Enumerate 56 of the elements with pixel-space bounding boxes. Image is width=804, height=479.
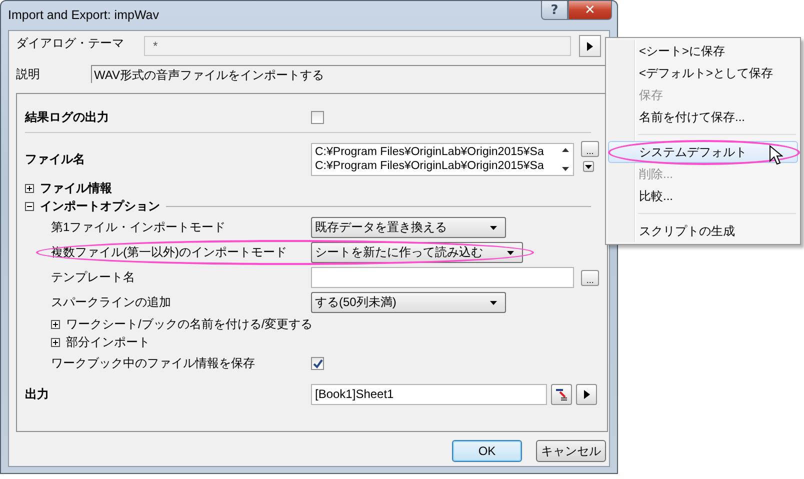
description-label: 説明 [16, 66, 41, 82]
option-label: 出力 [25, 386, 50, 402]
theme-field[interactable]: * [144, 36, 571, 56]
menu-item[interactable]: スクリプトの生成 [608, 220, 798, 242]
dropdown-button[interactable] [583, 161, 594, 172]
file-path: C:¥Program Files¥OriginLab¥Origin2015¥Sa [315, 144, 545, 158]
section-label[interactable]: 部分インポート [66, 334, 150, 350]
expand-icon[interactable] [51, 320, 60, 328]
option-label: ワークブック中のファイル情報を保存 [51, 355, 256, 372]
collapse-icon[interactable] [25, 202, 34, 210]
checkbox[interactable] [311, 357, 324, 370]
sheet-arrow-icon [555, 388, 568, 400]
file-list[interactable]: C:¥Program Files¥OriginLab¥Origin2015¥Sa C:¥Program Files¥OriginLab¥Origin2015¥Sa [311, 142, 574, 176]
dropdown[interactable]: する(50列未満) [311, 292, 506, 313]
close-button[interactable]: ✕ [568, 1, 612, 20]
caret-icon [507, 250, 514, 254]
menu-button[interactable] [576, 384, 597, 404]
scroll-down-icon [562, 166, 569, 170]
play-icon [585, 40, 595, 52]
menu-item[interactable]: 名前を付けて保存... [608, 106, 798, 128]
dropdown[interactable]: 既存データを置き換える [311, 217, 506, 238]
help-button[interactable]: ? [541, 1, 568, 20]
dropdown[interactable]: シートを新たに作って読み込む [311, 242, 523, 263]
file-path: C:¥Program Files¥OriginLab¥Origin2015¥Sa [315, 158, 545, 172]
option-label: ファイル名 [25, 150, 86, 168]
section-label[interactable]: ワークシート/ブックの名前を付ける/変更する [66, 316, 313, 332]
caret-icon [490, 226, 497, 230]
cursor-icon [769, 145, 783, 165]
caret-icon [585, 164, 592, 168]
check-icon [312, 358, 322, 368]
option-label: 第1ファイル・インポートモード [51, 219, 227, 236]
caret-icon [490, 300, 497, 304]
scroll-up-icon [562, 148, 569, 152]
menu-item[interactable]: <デフォルト>として保存 [608, 62, 798, 84]
text-field[interactable] [311, 267, 574, 288]
expand-icon[interactable] [25, 184, 34, 192]
play-icon [582, 388, 592, 400]
browse-button[interactable]: ... [581, 141, 599, 157]
theme-label: ダイアログ・テーマ [16, 35, 125, 52]
option-label: スパークラインの追加 [51, 294, 172, 311]
expand-icon[interactable] [51, 338, 60, 346]
section-heading[interactable]: ファイル情報 [40, 180, 112, 196]
output-field[interactable]: [Book1]Sheet1 [311, 384, 547, 404]
menu-item[interactable]: <シート>に保存 [608, 40, 798, 62]
option-label: テンプレート名 [51, 269, 136, 286]
menu-item[interactable]: システムデフォルト [608, 141, 798, 163]
menu-button[interactable] [579, 35, 601, 57]
option-label: 結果ログの出力 [25, 108, 110, 126]
window-title: Import and Export: impWav [8, 8, 160, 22]
menu-item[interactable]: 比較... [608, 185, 798, 207]
ok-button[interactable]: OK [452, 440, 522, 462]
section-heading[interactable]: インポートオプション [40, 198, 160, 214]
checkbox[interactable] [311, 110, 324, 124]
sheet-picker-button[interactable] [551, 384, 572, 404]
browse-button[interactable]: ... [581, 270, 599, 286]
cancel-button[interactable]: キャンセル [536, 440, 606, 462]
